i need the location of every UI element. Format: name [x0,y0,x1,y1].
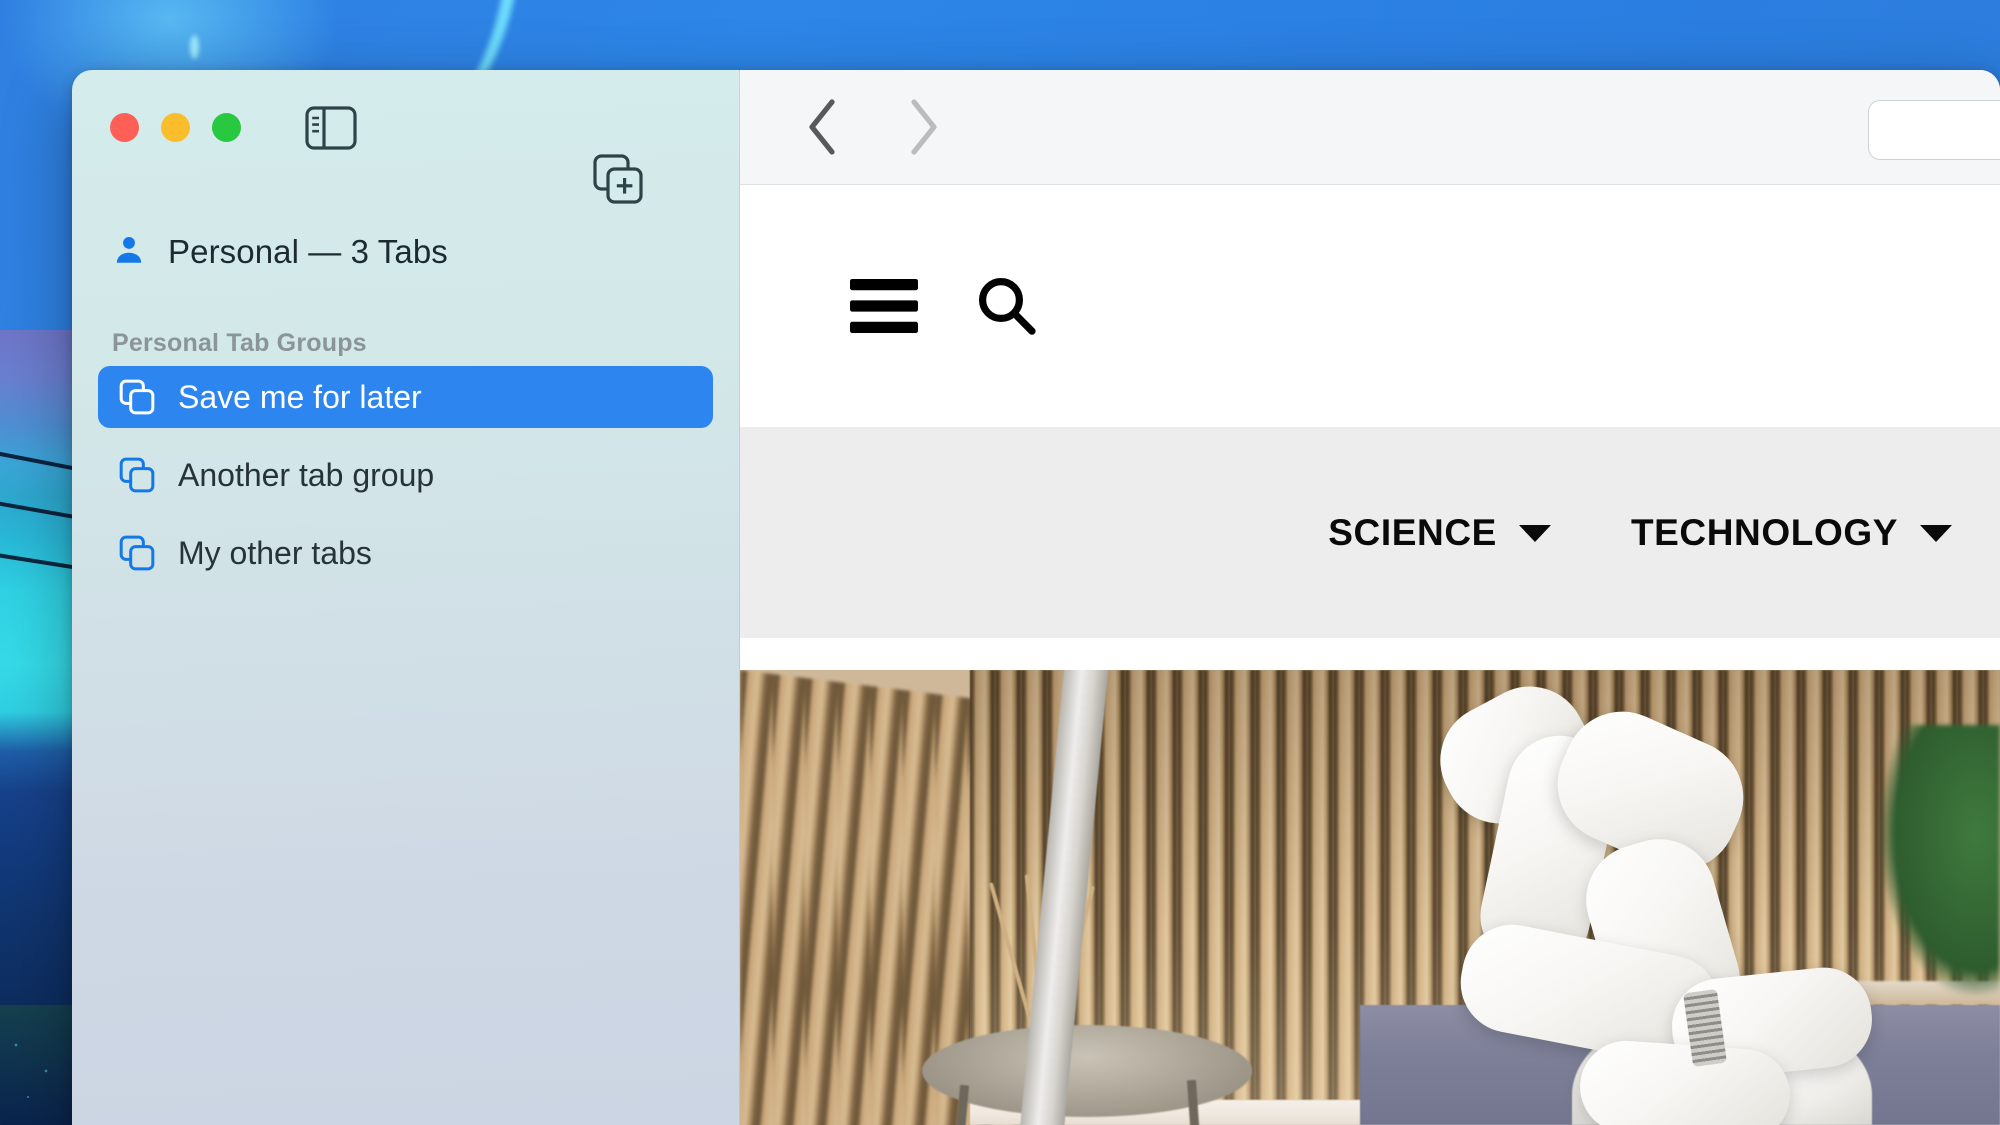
sidebar-item-save-me-for-later[interactable]: Save me for later [98,366,713,428]
tab-group-icon [118,456,156,494]
tab-group-list: Save me for later Another tab group [72,366,739,584]
nav-item-technology[interactable]: TECHNOLOGY [1631,512,1952,554]
tab-group-label: Another tab group [178,457,434,494]
wallpaper-landscape-strip [0,330,80,1125]
wallpaper-city-lights [0,1005,80,1125]
browser-toolbar [740,70,2000,185]
wallpaper-wire [0,500,80,522]
maximize-window-button[interactable] [212,113,241,142]
robot-arm [1420,695,1980,1115]
window-titlebar [72,70,739,185]
nav-item-label: TECHNOLOGY [1631,512,1898,554]
wallpaper-wire [0,450,80,474]
content-pane: SCIENCE TECHNOLOGY [740,70,2000,1125]
hero-photo [740,670,2000,1125]
nav-item-science[interactable]: SCIENCE [1328,512,1551,554]
web-page: SCIENCE TECHNOLOGY [740,185,2000,1125]
hamburger-menu-icon[interactable] [850,279,918,333]
forward-button[interactable] [886,91,958,163]
profile-label: Personal — 3 Tabs [168,233,448,271]
close-window-button[interactable] [110,113,139,142]
site-header [740,185,2000,428]
section-title-personal-tab-groups: Personal Tab Groups [112,329,739,358]
sidebar: Personal — 3 Tabs Personal Tab Groups Sa… [72,70,740,1125]
chevron-down-icon [1519,525,1551,542]
new-tab-group-icon[interactable] [593,154,643,204]
wallpaper-wire [0,552,80,572]
minimize-window-button[interactable] [161,113,190,142]
browser-window: Personal — 3 Tabs Personal Tab Groups Sa… [72,70,2000,1125]
site-nav: SCIENCE TECHNOLOGY [740,428,2000,638]
wallpaper-spark [190,35,199,59]
sidebar-item-my-other-tabs[interactable]: My other tabs [98,522,713,584]
profile-row[interactable]: Personal — 3 Tabs [72,223,739,281]
traffic-light-buttons [110,113,241,142]
tab-group-icon [118,378,156,416]
person-icon [112,233,146,272]
address-bar[interactable] [1868,100,2000,160]
hero-spacer [740,638,2000,670]
sidebar-toggle-icon[interactable] [305,106,357,150]
back-button[interactable] [788,91,860,163]
tab-group-label: My other tabs [178,535,372,572]
search-icon[interactable] [974,274,1038,338]
tab-group-label: Save me for later [178,379,422,416]
nav-item-label: SCIENCE [1328,512,1497,554]
tab-group-icon [118,534,156,572]
sidebar-item-another-tab-group[interactable]: Another tab group [98,444,713,506]
chevron-down-icon [1920,525,1952,542]
